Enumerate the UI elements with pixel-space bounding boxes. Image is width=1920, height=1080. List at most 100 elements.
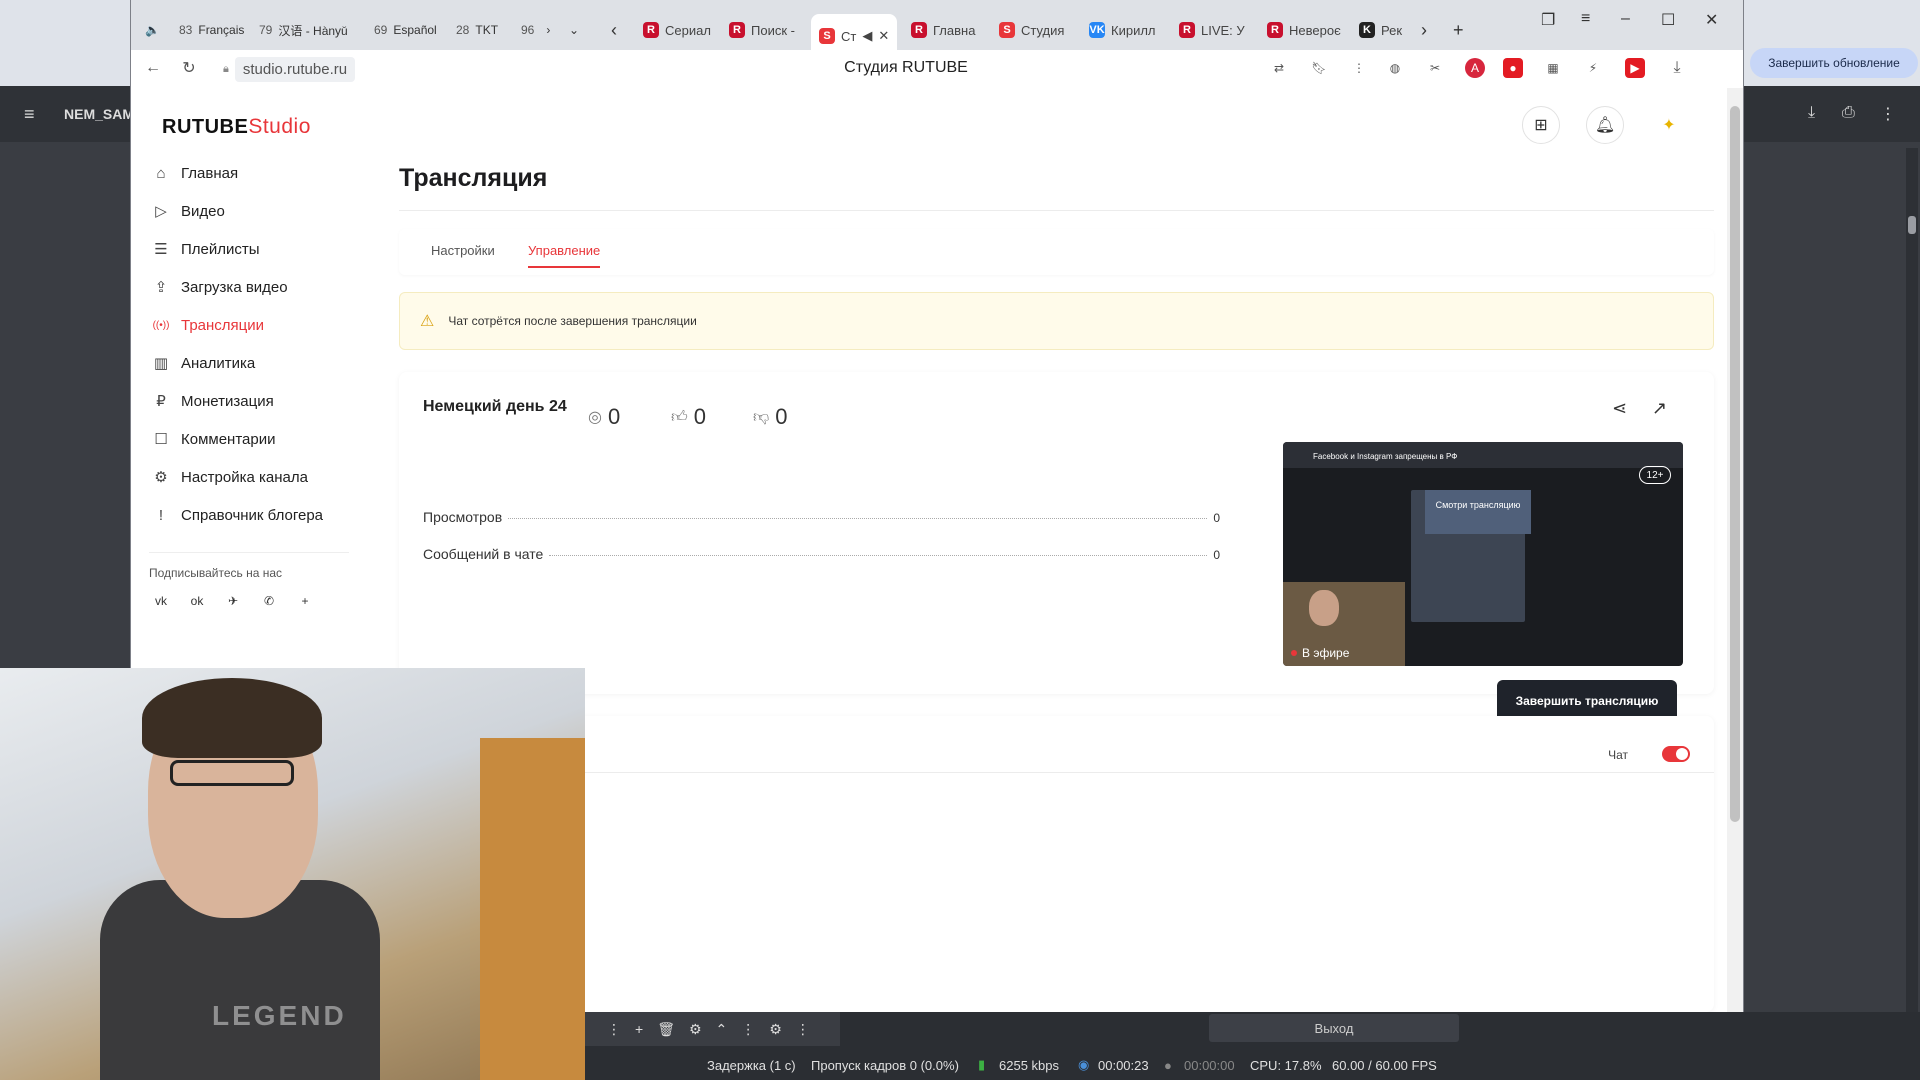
browser-tab[interactable]: R Сериал [635,14,719,46]
lang-tab[interactable]: 79 汉语 - Hànyǔ [259,16,348,44]
adblock-icon[interactable]: A [1465,58,1485,78]
stream-icon: ◉ [1078,1057,1090,1072]
close-window-icon[interactable]: ✕ [1705,10,1718,30]
maximize-icon[interactable]: ☐ [1661,10,1675,30]
tab-management[interactable]: Управление [528,243,601,268]
mixer-settings-icon[interactable]: ⚙ [769,1021,782,1038]
rutube-studio-logo[interactable]: RUTUBE Studio [162,115,311,139]
comments-icon: ☐ [154,431,168,448]
outer-download-icon[interactable]: ⤓ [1808,104,1815,122]
chevron-right-icon[interactable]: › [546,23,550,37]
obs-fps: 60.00 / 60.00 FPS [1332,1057,1437,1073]
tab-close-icon[interactable]: ✕ [878,28,889,44]
delete-source-icon[interactable]: 🗑︎ [657,1021,675,1038]
update-button[interactable]: Завершить обновление [1750,48,1918,78]
share-icon[interactable]: ⋖ [1612,398,1627,419]
sidebar-item-video[interactable]: ▷ Видео [151,192,351,230]
url-text[interactable]: studio.rutube.ru [234,56,356,82]
photo-extension-icon[interactable]: ▦ [1543,58,1563,78]
stream-preview[interactable]: Facebook и Instagram запрещены в РФ Смот… [1283,442,1683,666]
youtube-icon[interactable]: ▶ [1625,58,1645,78]
sidebar: ⌂ Главная ▷ Видео ☰ Плейлисты ⇪ Загрузка вид… [151,146,351,534]
recorder-icon[interactable]: ● [1503,58,1523,78]
more-icon[interactable]: + [293,589,317,613]
page-menu-icon[interactable]: ⋮ [1349,58,1369,78]
viber-icon[interactable]: ✆ [257,589,281,613]
sidebar-divider [149,552,349,553]
extension-icon[interactable]: ✂ [1425,58,1445,78]
dislikes-counter: 👎︎ 0 [753,404,788,429]
outer-scroll-thumb[interactable] [1908,216,1916,234]
upload-icon: ⇪ [154,279,168,296]
browser-tab[interactable]: VK Кирилл [1081,14,1164,46]
browser-tab[interactable]: S Студия [991,14,1072,46]
obs-exit-button[interactable]: Выход [1209,1014,1459,1042]
page-scroll-thumb[interactable] [1730,106,1740,822]
sidebar-item-analytics[interactable]: ▥ Аналитика [151,344,351,382]
sidebar-item-comments[interactable]: ☐ Комментарии [151,420,351,458]
likes-counter: 👍︎ 0 [671,404,706,429]
avatar[interactable]: ✦ [1650,106,1688,144]
telegram-icon[interactable]: ✈ [221,589,245,613]
tabs-scroll-right-icon[interactable]: › [1421,16,1427,44]
bookmarks-icon[interactable]: ❐ [1541,10,1555,30]
lang-tab[interactable]: 69 Español [374,16,437,44]
obs-stream-time: 00:00:23 [1098,1057,1149,1073]
browser-tab[interactable]: R Главна [903,14,983,46]
shirt-text: LEGEND [212,1000,347,1031]
outer-scrollbar[interactable] [1906,148,1918,1078]
more-handle-icon[interactable]: ⋮ [741,1021,755,1038]
page-scrollbar[interactable] [1727,88,1743,1012]
home-icon: ⌂ [156,164,166,182]
page-title-bar: Студия RUTUBE [844,59,968,76]
sidebar-item-channel-settings[interactable]: ⚙ Настройка канала [151,458,351,496]
drag-handle-icon[interactable]: ⋮ [607,1021,621,1038]
script-icon[interactable]: ⚡ [1583,58,1603,78]
lang-tab[interactable]: 96 › [521,16,550,44]
browser-tab[interactable]: R LIVE: У [1171,14,1253,46]
bookmark-icon[interactable]: 🔖︎ [1309,58,1329,78]
tabs-scroll-left-icon[interactable]: ‹ [611,16,617,44]
move-up-icon[interactable]: ⌃ [716,1021,728,1038]
more-options-icon[interactable]: ⋮ [796,1021,810,1038]
notifications-icon[interactable]: 🔔︎ [1586,106,1624,144]
lock-icon: 🔒︎ [223,62,229,75]
open-external-icon[interactable]: ↗ [1652,398,1667,419]
sidebar-item-blogger-guide[interactable]: ! Справочник блогера [151,496,351,534]
url-field[interactable]: 🔒︎ studio.rutube.ru [223,56,356,82]
reload-icon[interactable]: ↻ [179,58,199,78]
sidebar-item-monetization[interactable]: ₽ Монетизация [151,382,351,420]
add-source-icon[interactable]: + [635,1021,643,1037]
sidebar-item-broadcasts[interactable]: ((•)) Трансляции [151,306,351,344]
age-rating-badge: 12+ [1639,466,1671,484]
chat-toggle[interactable] [1662,746,1690,762]
browser-tab[interactable]: R Поиск - [721,14,803,46]
speaker-icon[interactable]: 🔈 [145,16,160,44]
social-links: vk ok ✈ ✆ + [149,589,317,613]
minimize-icon[interactable]: – [1621,10,1630,28]
outer-print-icon[interactable]: ⎙ [1842,104,1855,122]
sidebar-item-home[interactable]: ⌂ Главная [151,154,351,192]
download-icon[interactable]: ⤓ [1667,58,1687,78]
back-icon[interactable]: ← [143,58,163,78]
source-settings-icon[interactable]: ⚙ [689,1021,702,1038]
add-icon[interactable]: ⊞ [1522,106,1560,144]
vk-icon[interactable]: vk [149,589,173,613]
tab-settings[interactable]: Настройки [431,243,495,258]
outer-menu-icon[interactable]: ≡ [24,104,35,125]
lang-tab[interactable]: 28 TKT [456,16,498,44]
sidebar-item-playlists[interactable]: ☰ Плейлисты [151,230,351,268]
browser-tab[interactable]: K Рек [1351,14,1410,46]
lang-tab[interactable]: 83 Français [179,16,244,44]
sidebar-item-upload[interactable]: ⇪ Загрузка видео [151,268,351,306]
translate-icon[interactable]: ⇄ [1269,58,1289,78]
browser-tab[interactable]: R Невероє [1259,14,1349,46]
ok-icon[interactable]: ok [185,589,209,613]
viewers-icon: ◎ [588,409,602,426]
chevron-down-icon[interactable]: ⌄ [569,16,579,44]
menu-icon[interactable]: ≡ [1581,10,1590,28]
globe-icon[interactable]: ◍ [1385,58,1405,78]
new-tab-icon[interactable]: + [1453,16,1464,44]
tab-favicon-icon: R [643,22,659,38]
outer-more-icon[interactable]: ⋮ [1880,104,1896,124]
